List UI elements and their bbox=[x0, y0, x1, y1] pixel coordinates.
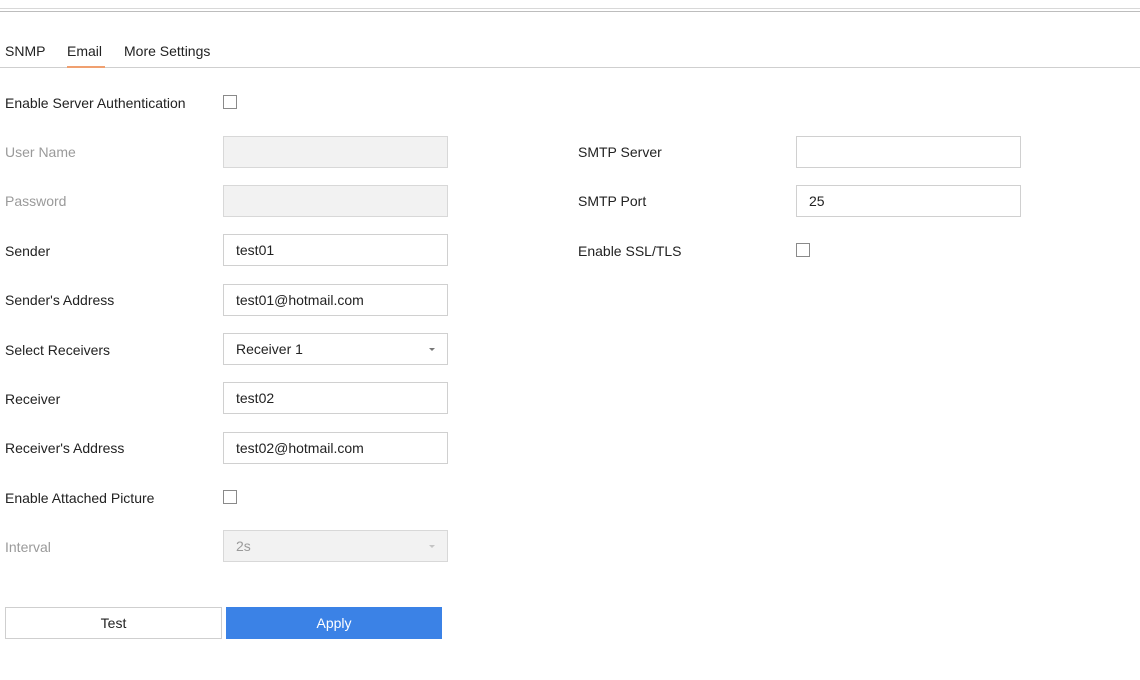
enable-ssl-tls-checkbox[interactable] bbox=[796, 243, 810, 257]
sender-address-label: Sender's Address bbox=[5, 292, 115, 308]
receiver-address-field[interactable]: test02@hotmail.com bbox=[223, 432, 448, 464]
receiver-address-label: Receiver's Address bbox=[5, 440, 125, 456]
top-divider-secondary bbox=[0, 11, 1140, 12]
apply-button[interactable]: Apply bbox=[226, 607, 442, 639]
tab-more-settings[interactable]: More Settings bbox=[124, 43, 210, 66]
smtp-server-field[interactable] bbox=[796, 136, 1021, 168]
user-name-field[interactable] bbox=[223, 136, 448, 168]
enable-server-authentication-checkbox[interactable] bbox=[223, 95, 237, 109]
tab-email[interactable]: Email bbox=[67, 43, 105, 68]
tab-bar: SNMP Email More Settings bbox=[0, 40, 1140, 68]
password-label: Password bbox=[5, 193, 67, 209]
chevron-down-icon bbox=[429, 348, 435, 351]
password-field[interactable] bbox=[223, 185, 448, 217]
test-button[interactable]: Test bbox=[5, 607, 222, 639]
receiver-field[interactable]: test02 bbox=[223, 382, 448, 414]
sender-address-field[interactable]: test01@hotmail.com bbox=[223, 284, 448, 316]
enable-ssl-tls-label: Enable SSL/TLS bbox=[578, 243, 682, 259]
interval-label: Interval bbox=[5, 539, 51, 555]
sender-label: Sender bbox=[5, 243, 51, 259]
top-divider bbox=[0, 8, 1140, 9]
smtp-server-label: SMTP Server bbox=[578, 144, 662, 160]
smtp-port-label: SMTP Port bbox=[578, 193, 647, 209]
user-name-label: User Name bbox=[5, 144, 76, 160]
receiver-label: Receiver bbox=[5, 391, 61, 407]
select-receivers-value: Receiver 1 bbox=[236, 341, 303, 357]
select-receivers-dropdown[interactable]: Receiver 1 bbox=[223, 333, 448, 365]
interval-dropdown[interactable]: 2s bbox=[223, 530, 448, 562]
enable-attached-picture-label: Enable Attached Picture bbox=[5, 490, 155, 506]
enable-server-authentication-label: Enable Server Authentication bbox=[5, 95, 186, 111]
tab-snmp[interactable]: SNMP bbox=[5, 43, 45, 66]
select-receivers-label: Select Receivers bbox=[5, 342, 111, 358]
interval-value: 2s bbox=[236, 538, 251, 554]
smtp-port-field[interactable]: 25 bbox=[796, 185, 1021, 217]
sender-field[interactable]: test01 bbox=[223, 234, 448, 266]
chevron-down-icon bbox=[429, 545, 435, 548]
enable-attached-picture-checkbox[interactable] bbox=[223, 490, 237, 504]
